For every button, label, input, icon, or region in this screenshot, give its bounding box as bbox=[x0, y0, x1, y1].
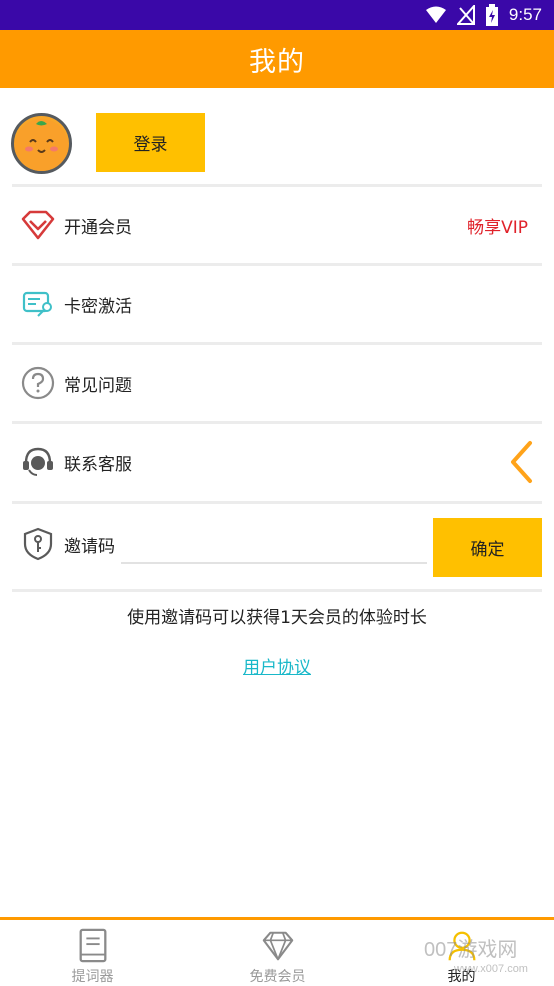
avatar[interactable] bbox=[11, 113, 72, 174]
menu-label: 联系客服 bbox=[64, 454, 132, 475]
tab-teleprompter[interactable]: 提词器 bbox=[0, 920, 185, 986]
status-bar: 9:57 bbox=[0, 0, 554, 30]
battery-charging-icon bbox=[485, 4, 498, 26]
tab-label: 我的 bbox=[447, 969, 476, 985]
confirm-button[interactable]: 确定 bbox=[433, 518, 542, 577]
menu-item-faq[interactable]: 常见问题 bbox=[12, 345, 542, 421]
menu-item-customer-service[interactable]: 联系客服 bbox=[12, 424, 542, 500]
menu-item-card-activation[interactable]: 卡密激活 bbox=[12, 266, 542, 342]
bottom-tab-bar: 提词器 免费会员 我的 bbox=[0, 917, 554, 986]
login-button[interactable]: 登录 bbox=[96, 113, 205, 172]
vip-diamond-icon bbox=[21, 210, 55, 240]
card-key-icon bbox=[22, 291, 52, 317]
invite-label: 邀请码 bbox=[64, 536, 115, 557]
divider bbox=[12, 589, 542, 592]
vip-promo-text: 畅享VIP bbox=[467, 217, 528, 238]
book-icon bbox=[79, 928, 106, 963]
invite-code-input[interactable] bbox=[121, 524, 427, 564]
tab-label: 免费会员 bbox=[249, 969, 306, 985]
menu-label: 开通会员 bbox=[64, 217, 132, 238]
no-signal-icon bbox=[456, 5, 475, 25]
tab-mine[interactable]: 我的 bbox=[369, 920, 554, 986]
app-bar: 我的 bbox=[0, 30, 554, 88]
orange-avatar-icon bbox=[14, 119, 69, 171]
page-title: 我的 bbox=[249, 46, 305, 78]
tab-free-vip[interactable]: 免费会员 bbox=[185, 920, 370, 986]
profile-icon bbox=[448, 931, 475, 961]
menu-label: 常见问题 bbox=[64, 375, 132, 396]
chevron-left-icon[interactable] bbox=[508, 440, 534, 484]
divider bbox=[12, 501, 542, 504]
status-icons: 9:57 bbox=[425, 4, 542, 26]
wifi-icon bbox=[425, 6, 446, 23]
customer-service-icon bbox=[23, 447, 53, 476]
question-icon bbox=[21, 366, 55, 400]
shield-key-icon bbox=[23, 527, 53, 561]
status-time: 9:57 bbox=[508, 5, 542, 24]
menu-item-vip[interactable]: 开通会员 畅享VIP bbox=[12, 187, 542, 263]
menu-label: 卡密激活 bbox=[64, 296, 132, 317]
user-agreement-link[interactable]: 用户协议 bbox=[0, 653, 554, 678]
tab-label: 提词器 bbox=[71, 969, 114, 985]
invite-hint-text: 使用邀请码可以获得1天会员的体验时长 bbox=[127, 608, 427, 628]
diamond-icon bbox=[262, 931, 293, 961]
